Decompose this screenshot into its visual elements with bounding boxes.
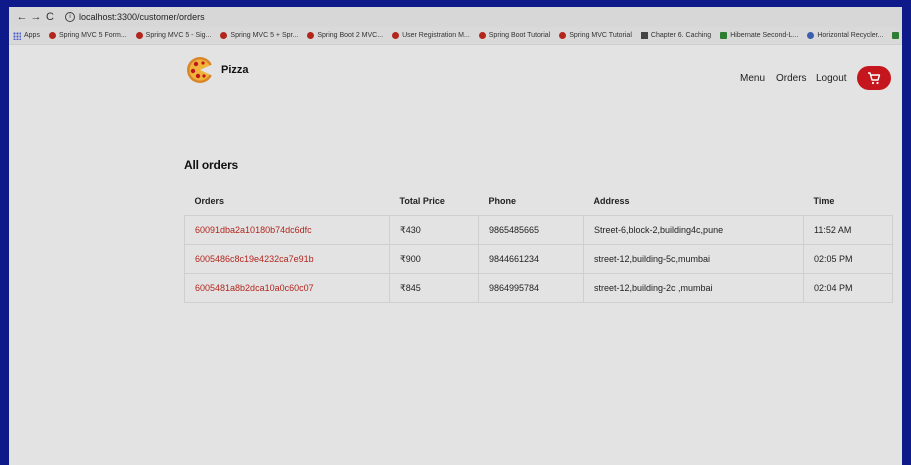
forward-arrow-icon[interactable]: → (29, 11, 43, 23)
browser-window: ← → C i localhost:3300/customer/orders A… (9, 7, 902, 465)
bookmark-apps[interactable]: Apps (13, 31, 40, 40)
bookmark-item[interactable]: Spring MVC 5 + Spr... (220, 32, 298, 39)
time-cell: 11:52 AM (803, 215, 893, 245)
total-price-cell: ₹900 (389, 244, 479, 274)
orders-table: Orders Total Price Phone Address Time 60… (184, 186, 893, 303)
table-row: 60091dba2a10180b74dc6dfc ₹430 9865485665… (184, 215, 893, 245)
phone-cell: 9844661234 (478, 244, 584, 274)
favicon-icon (307, 32, 315, 39)
bookmark-item[interactable]: Hibernate Second-L... (720, 32, 798, 39)
brand-name: Pizza (221, 64, 249, 76)
order-id-link[interactable]: 6005481a8b2dca10a0c60c07 (184, 273, 390, 303)
page-title: All orders (184, 158, 239, 172)
table-row: 6005481a8b2dca10a0c60c07 ₹845 9864995784… (184, 273, 893, 303)
nav-orders-link[interactable]: Orders (776, 73, 807, 84)
favicon-icon (478, 32, 486, 39)
bookmark-item[interactable]: Spring Boot Tutorial (478, 32, 550, 39)
address-bar: ← → C i localhost:3300/customer/orders (9, 7, 902, 27)
apps-grid-icon (13, 31, 21, 40)
pizza-icon (187, 57, 215, 83)
bookmark-item[interactable]: User Registration M... (392, 32, 470, 39)
favicon-icon (392, 32, 400, 39)
favicon-icon (559, 32, 567, 39)
nav-logout-link[interactable]: Logout (816, 73, 847, 84)
site-logo[interactable]: Pizza (185, 55, 249, 85)
time-cell: 02:05 PM (803, 244, 893, 274)
bookmark-item[interactable]: Spring MVC 5 Form... (48, 32, 127, 39)
favicon-icon (135, 32, 143, 39)
bookmark-item[interactable]: Ea (892, 32, 902, 39)
wordpress-icon (807, 32, 815, 39)
column-header: Address (583, 186, 804, 216)
total-price-cell: ₹430 (389, 215, 479, 245)
cart-button[interactable] (857, 66, 891, 90)
info-icon[interactable]: i (65, 12, 75, 22)
address-cell: Street-6,block-2,building4c,pune (583, 215, 804, 245)
bookmarks-bar: Apps Spring MVC 5 Form... Spring MVC 5 -… (9, 27, 902, 45)
bookmark-item[interactable]: Spring MVC 5 - Sig... (135, 32, 211, 39)
cart-icon (868, 71, 881, 84)
reload-icon[interactable]: C (43, 11, 57, 23)
url-field[interactable]: i localhost:3300/customer/orders (65, 12, 205, 22)
column-header: Orders (184, 186, 390, 216)
favicon-icon (640, 32, 648, 39)
order-id-link[interactable]: 6005486c8c19e4232ca7e91b (184, 244, 390, 274)
phone-cell: 9864995784 (478, 273, 584, 303)
time-cell: 02:04 PM (803, 273, 893, 303)
bookmark-item[interactable]: Chapter 6. Caching (640, 32, 711, 39)
favicon-icon (48, 32, 56, 39)
order-id-link[interactable]: 60091dba2a10180b74dc6dfc (184, 215, 390, 245)
address-cell: street-12,building-5c,mumbai (583, 244, 804, 274)
column-header: Total Price (389, 186, 479, 216)
table-header-row: Orders Total Price Phone Address Time (184, 186, 893, 216)
column-header: Phone (478, 186, 584, 216)
url-text: localhost:3300/customer/orders (79, 12, 205, 22)
bookmark-item[interactable]: Spring MVC Tutorial (559, 32, 632, 39)
back-arrow-icon[interactable]: ← (15, 11, 29, 23)
bookmark-item[interactable]: Spring Boot 2 MVC... (307, 32, 383, 39)
nav-menu-link[interactable]: Menu (740, 73, 765, 84)
phone-cell: 9865485665 (478, 215, 584, 245)
favicon-icon (220, 32, 228, 39)
favicon-icon (892, 32, 900, 39)
address-cell: street-12,building-2c ,mumbai (583, 273, 804, 303)
table-row: 6005486c8c19e4232ca7e91b ₹900 9844661234… (184, 244, 893, 274)
total-price-cell: ₹845 (389, 273, 479, 303)
favicon-icon (720, 32, 728, 39)
bookmark-item[interactable]: Horizontal Recycler... (807, 32, 883, 39)
column-header: Time (803, 186, 893, 216)
page-content: Pizza Menu Orders Logout All orders Orde… (9, 45, 902, 465)
